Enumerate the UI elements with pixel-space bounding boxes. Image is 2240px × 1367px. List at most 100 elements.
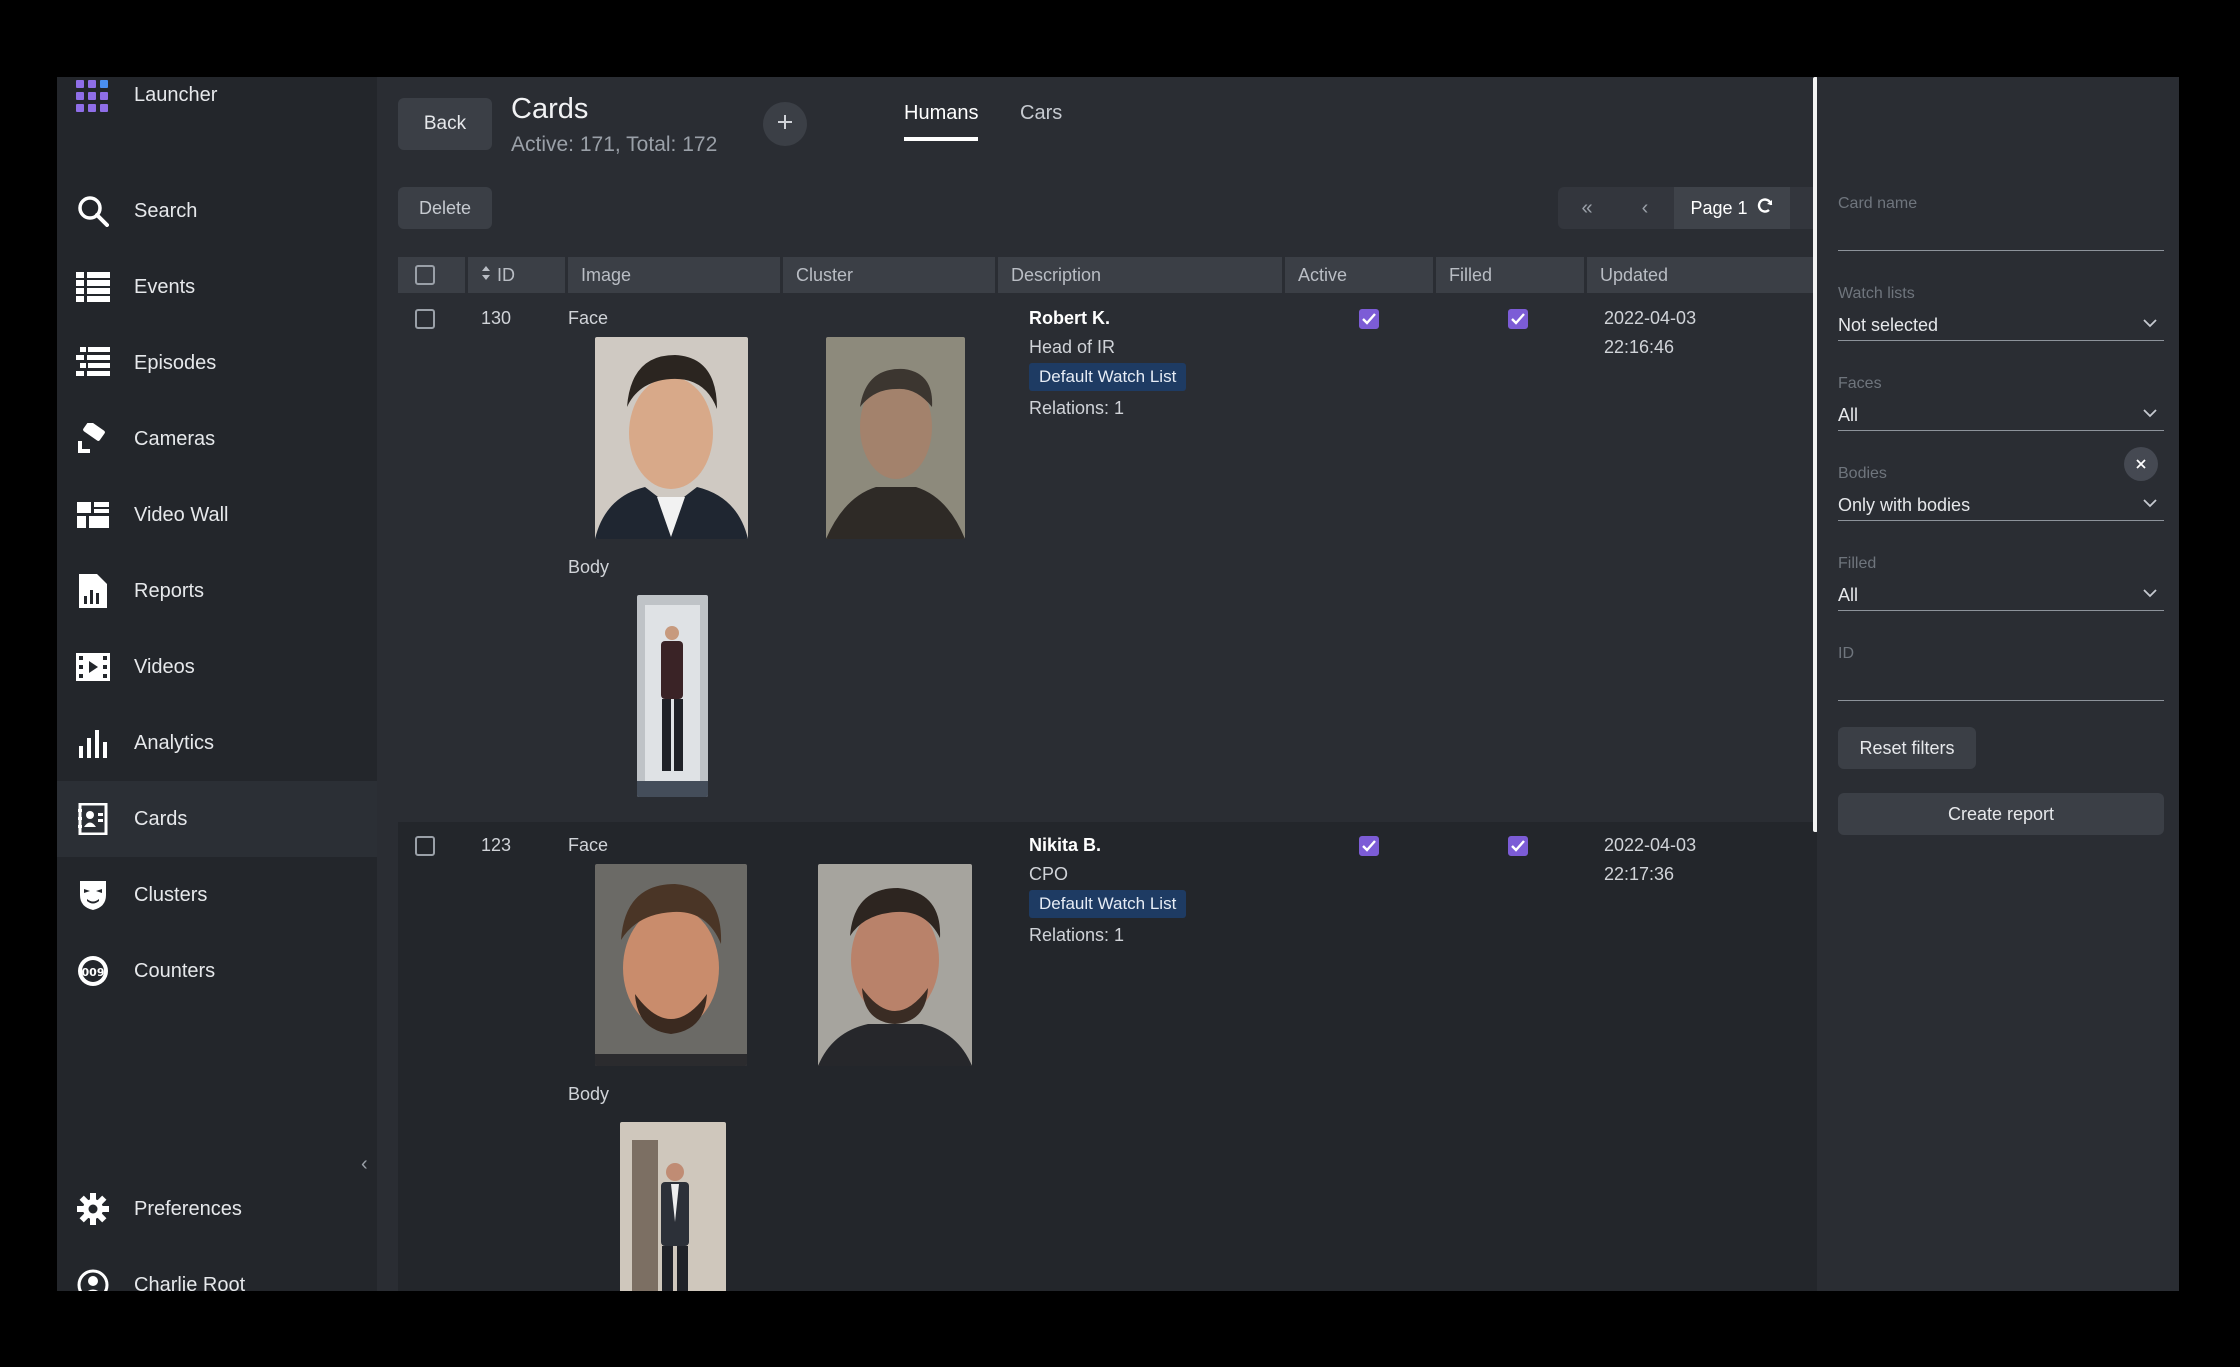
sidebar-item-analytics[interactable]: Analytics [57,705,377,781]
sidebar-item-preferences[interactable]: Preferences [57,1171,377,1247]
sidebar-item-label: Video Wall [134,503,229,526]
sidebar-item-cards[interactable]: Cards [57,781,377,857]
sidebar-item-counters[interactable]: 009 Counters [57,933,377,1009]
select-all-checkbox[interactable] [415,265,435,285]
sidebar-item-clusters[interactable]: Clusters [57,857,377,933]
relations-count: Relations: 1 [1029,398,1125,418]
filled-checkbox[interactable] [1508,309,1528,329]
sidebar-item-video-wall[interactable]: Video Wall [57,477,377,553]
sidebar-item-reports[interactable]: Reports [57,553,377,629]
sidebar-item-cameras[interactable]: Cameras [57,401,377,477]
column-label: ID [497,264,515,285]
sidebar-item-videos[interactable]: Videos [57,629,377,705]
column-header-active: Active [1285,257,1433,293]
current-page[interactable]: Page 1 [1674,187,1790,229]
id-field[interactable]: ID [1838,645,2164,701]
relations-count: Relations: 1 [1029,925,1125,945]
field-underline [1838,340,2164,341]
filled-label: Filled [1838,555,1877,572]
table-row[interactable]: 123 Face Body Nikita B. CPO Default Watc… [398,822,1848,1291]
sidebar-item-user[interactable]: Charlie Root [57,1247,377,1291]
watch-list-badge: Default Watch List [1029,363,1187,391]
sidebar-item-search[interactable]: Search [57,173,377,249]
updated-date: 2022-04-03 [1604,308,1697,328]
reset-filters-button[interactable]: Reset filters [1838,727,1976,769]
sort-icon [481,265,491,286]
face-label: Face [568,308,609,328]
id-input[interactable] [1838,671,2164,697]
sidebar-item-label: Reports [134,579,205,602]
user-avatar-icon [75,1267,111,1291]
sidebar-item-events[interactable]: Events [57,249,377,325]
episodes-icon [75,345,111,381]
clear-bodies-close-icon[interactable] [2124,447,2158,481]
watch-list-badge: Default Watch List [1029,890,1187,918]
clusters-icon [75,877,111,913]
id-label: ID [1838,645,1854,662]
cluster-photo[interactable] [818,864,972,1066]
filter-panel: Card name Watch lists Not selected Faces… [1817,77,2179,1291]
field-underline [1838,700,2164,701]
page-label: Page 1 [1690,197,1748,218]
prev-page-icon[interactable]: ‹ [1616,187,1674,229]
body-photo[interactable] [637,595,708,797]
face-photo[interactable] [595,337,748,539]
faces-value: All [1838,405,1859,425]
faces-select[interactable]: Faces All [1838,375,2164,431]
updated-time: 22:17:36 [1604,864,1675,884]
device-frame: Launcher Search Events Episodes Cameras [0,0,2240,1367]
column-header-id[interactable]: ID [468,257,565,293]
field-underline [1838,250,2164,251]
video-icon [75,649,111,685]
sidebar-item-launcher[interactable]: Launcher [57,77,377,121]
active-checkbox[interactable] [1359,836,1379,856]
card-role: Head of IR [1029,337,1116,357]
launcher-label: Launcher [134,84,218,106]
row-checkbox[interactable] [415,309,435,329]
gear-icon [75,1191,111,1227]
video-wall-icon [75,497,111,533]
analytics-icon [75,725,111,761]
column-header-cluster: Cluster [783,257,995,293]
filled-checkbox[interactable] [1508,836,1528,856]
sidebar-item-label: Search [134,199,198,222]
body-photo[interactable] [620,1122,726,1291]
face-photo[interactable] [595,864,747,1066]
sidebar-item-episodes[interactable]: Episodes [57,325,377,401]
column-header-description: Description [998,257,1282,293]
watch-lists-select[interactable]: Watch lists Not selected [1838,285,2164,341]
create-report-button[interactable]: Create report [1838,793,2164,835]
delete-button[interactable]: Delete [398,187,492,229]
watch-lists-label: Watch lists [1838,285,1915,302]
select-all-cell [398,257,465,293]
first-page-icon[interactable]: « [1558,187,1616,229]
filled-select[interactable]: Filled All [1838,555,2164,611]
tab-cars[interactable]: Cars [1020,102,1062,137]
bodies-select[interactable]: Bodies Only with bodies [1838,447,2164,521]
table-row[interactable]: 130 Face Body Robert K. Head of IR Defau… [398,295,1848,815]
refresh-icon[interactable] [1756,197,1774,220]
row-checkbox[interactable] [415,836,435,856]
sidebar: Launcher Search Events Episodes Cameras [57,77,377,1291]
updated-time: 22:16:46 [1604,337,1675,357]
sidebar-item-label: Preferences [134,1197,242,1220]
cluster-photo[interactable] [826,337,965,539]
column-header-filled: Filled [1436,257,1584,293]
tab-humans[interactable]: Humans [904,102,979,141]
report-icon [75,573,111,609]
add-card-button[interactable] [763,102,807,146]
card-name-input[interactable] [1838,221,2164,247]
chevron-down-icon [2142,495,2158,513]
back-button[interactable]: Back [398,98,492,150]
card-name[interactable]: Nikita B. [1029,835,1101,856]
table-header: ID Image Cluster Description Active Fill… [398,257,1848,293]
field-underline [1838,610,2164,611]
card-name[interactable]: Robert K. [1029,308,1110,329]
card-name-field[interactable]: Card name [1838,195,2164,251]
field-underline [1838,430,2164,431]
cards-icon [75,801,111,837]
face-label: Face [568,835,609,855]
active-checkbox[interactable] [1359,309,1379,329]
sidebar-item-label: Cards [134,807,188,830]
column-header-image: Image [568,257,780,293]
